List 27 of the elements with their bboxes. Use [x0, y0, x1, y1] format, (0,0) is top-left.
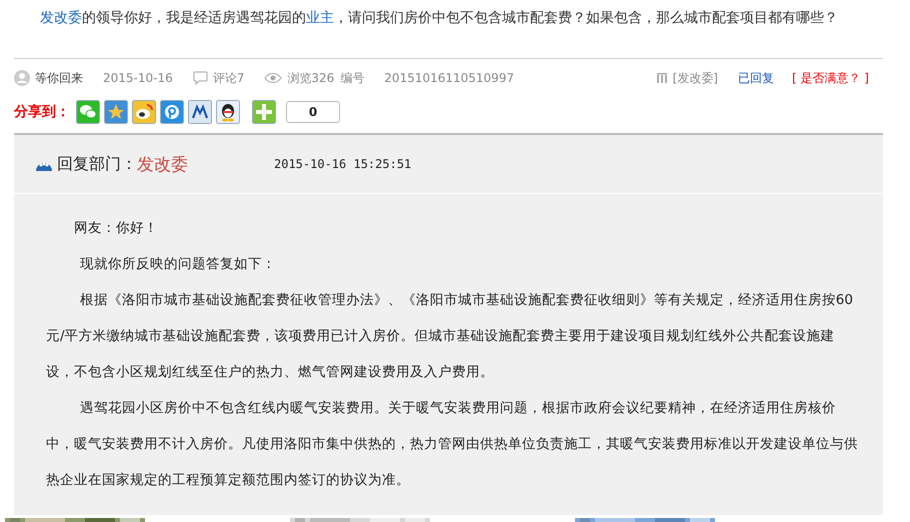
view-count: 浏览326	[287, 70, 334, 86]
reply-paragraph: 遇驾花园小区房价中不包含红线内暖气安装费用。关于暖气安装费用问题，根据市政府会议纪要精神，在经济适用住房核价中，暖气安装费用不计入房价。凡使用洛阳市集中供热的，热力管网由供热单位负责施工，其暖气安装费用标准以开发建设单位与供热企业在国家规定的工程预算定额范围内签订的协议为准。	[46, 399, 859, 490]
user-icon	[14, 70, 30, 86]
question-link[interactable]: 发改委	[40, 10, 82, 26]
eye-icon	[264, 72, 282, 84]
share-label: 分享到：	[14, 103, 70, 121]
question-link[interactable]: 业主	[306, 10, 334, 26]
share-icon[interactable]	[216, 100, 240, 124]
share-icon[interactable]	[132, 100, 156, 124]
reply-status[interactable]: 已回复	[738, 70, 774, 86]
post-number: 20151016110510997	[384, 71, 514, 85]
author-name[interactable]: 等你回来	[35, 70, 83, 86]
reply-department: 发改委	[137, 154, 188, 176]
department-tag: [发改委]	[672, 70, 718, 86]
reply-paragraph: 根据《洛阳市城市基础设施配套费征收管理办法》、《洛阳市城市基础设施配套费征收细则》等有关规定，经济适用住房按60元/平方米缴纳城市基础设施配套费，该项费用已计入房价。但城市基础设施配套费主要用于建设项目规划红线外公共配套设施建设，不包含小区规划红线至住户的热力、燃气管网建设费用及入户费用。	[46, 291, 854, 382]
post-date: 2015-10-16	[103, 71, 173, 85]
plus-icon[interactable]	[252, 100, 276, 124]
comment-count[interactable]: 评论7	[212, 70, 244, 86]
reply-paragraph: 现就你所反映的问题答复如下：	[79, 255, 277, 274]
satisfaction-link[interactable]: [ 是否满意？ ]	[792, 70, 869, 86]
reply-time: 2015-10-16 15:25:51	[274, 157, 412, 171]
reply-paragraph: 网友：你好！	[73, 219, 159, 238]
question-text: 发改委的领导你好，我是经适房遇驾花园的业主，请问我们房价中包不包含城市配套费？如果包含，那么城市配套项目都有哪些？	[39, 9, 839, 28]
comment-icon	[192, 71, 208, 85]
number-label: 编号	[340, 70, 364, 86]
share-count: 0	[286, 101, 340, 123]
reply-department-label: 回复部门：	[57, 154, 137, 174]
